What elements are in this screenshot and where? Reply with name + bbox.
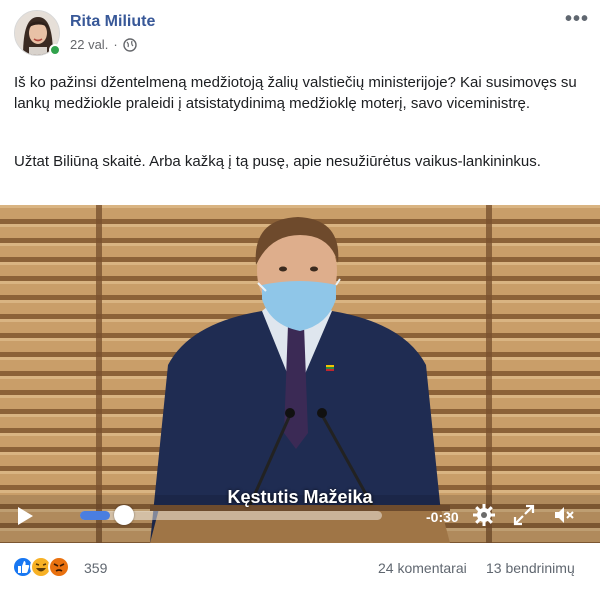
post-meta: 22 val. · bbox=[70, 37, 137, 52]
meta-separator: · bbox=[113, 37, 118, 52]
reaction-icons[interactable] bbox=[12, 556, 70, 578]
reaction-count[interactable]: 359 bbox=[84, 560, 107, 576]
online-status-dot bbox=[49, 44, 61, 56]
comments-count[interactable]: 24 komentarai bbox=[378, 560, 467, 576]
facebook-post: Rita Miliute 22 val. · ••• Iš ko pažinsi… bbox=[0, 0, 600, 592]
settings-gear-icon[interactable] bbox=[472, 503, 496, 527]
fullscreen-icon[interactable] bbox=[512, 503, 536, 527]
video-progress-handle[interactable] bbox=[114, 505, 134, 525]
post-text-paragraph-2: Užtat Biliūną skaitė. Arba kažką į tą pu… bbox=[14, 153, 541, 170]
post-text-paragraph-1: Iš ko pažinsi džentelmeną medžiotoją žal… bbox=[14, 74, 577, 112]
more-options-icon[interactable]: ••• bbox=[565, 8, 589, 31]
angry-icon bbox=[48, 556, 70, 578]
author-name[interactable]: Rita Miliute bbox=[70, 13, 155, 31]
video-time-remaining: -0:30 bbox=[426, 509, 459, 525]
video-caption: Kęstutis Mažeika bbox=[227, 487, 373, 507]
globe-icon bbox=[122, 37, 137, 52]
volume-icon[interactable] bbox=[552, 503, 576, 527]
post-time[interactable]: 22 val. bbox=[70, 37, 108, 52]
video-progress-fill bbox=[80, 511, 110, 520]
play-icon[interactable] bbox=[15, 506, 35, 526]
shares-count[interactable]: 13 bendrinimų bbox=[486, 560, 575, 576]
